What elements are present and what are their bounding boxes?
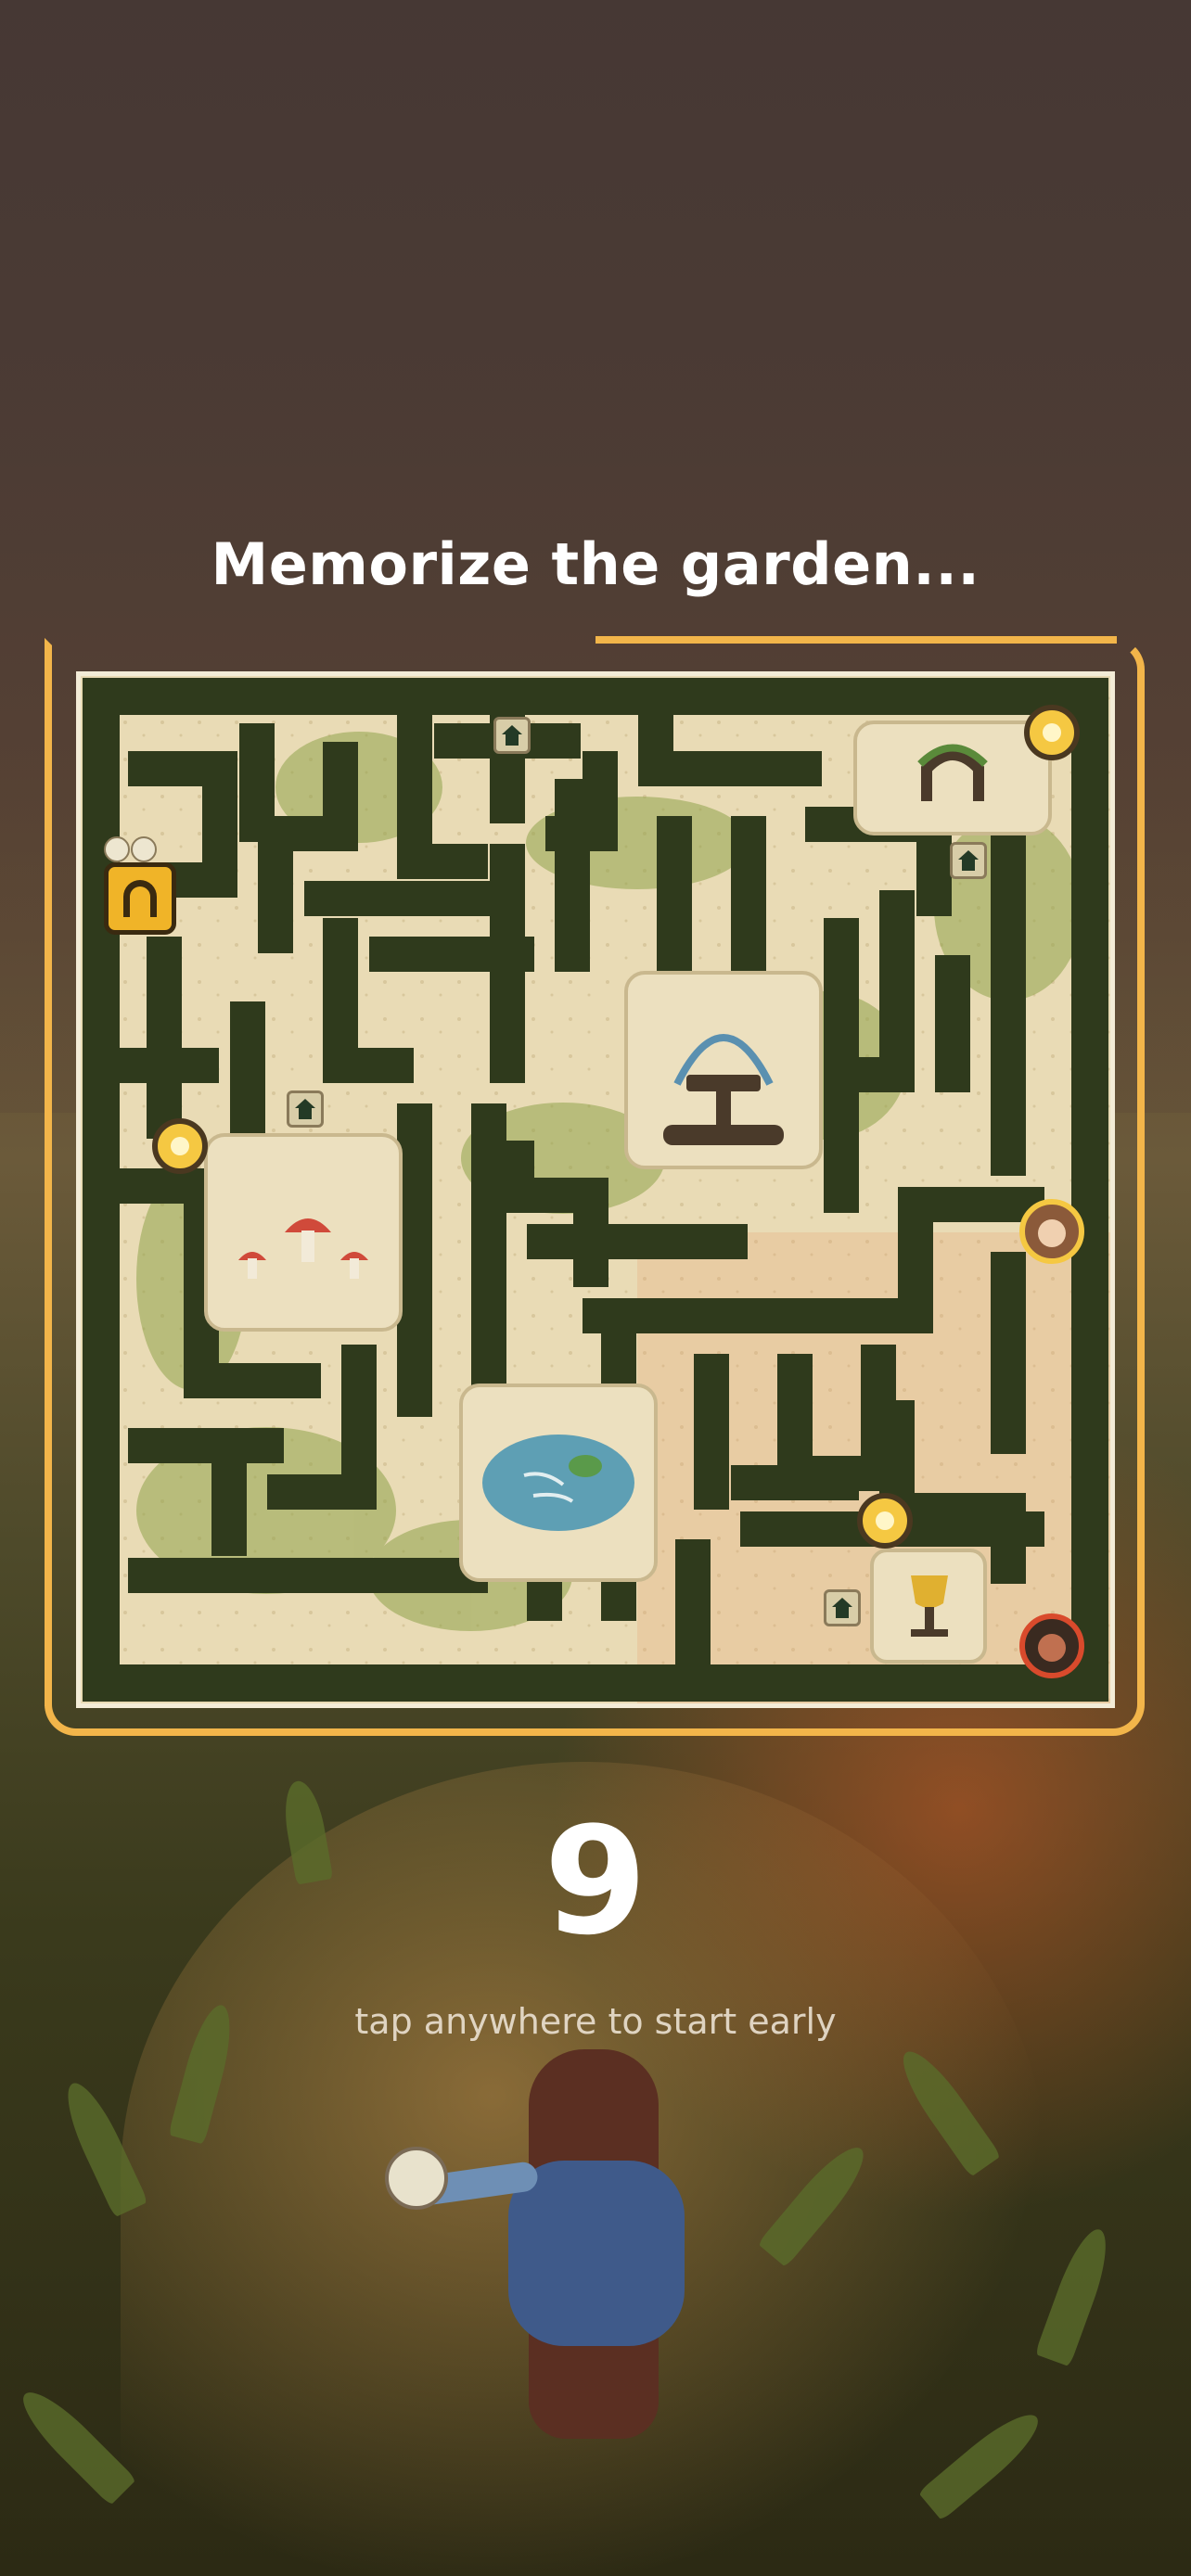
board-frame-left: [45, 677, 52, 1706]
countdown-timer: 9: [544, 1794, 647, 1968]
coin-icon: [1024, 705, 1080, 760]
page-title: Memorize the garden...: [211, 530, 980, 598]
landmark-fountain: [624, 971, 823, 1169]
coin-icon: [152, 1118, 208, 1174]
landmark-mushrooms: [204, 1133, 403, 1332]
landmark-pond: [459, 1384, 658, 1582]
maze-map: [81, 676, 1110, 1703]
gate-icon: [104, 862, 176, 935]
start-dots: [104, 836, 182, 892]
landmark-arch: [853, 721, 1052, 835]
house-icon: [824, 1589, 861, 1626]
rival-avatar-icon: [1019, 1613, 1084, 1678]
house-icon: [493, 717, 531, 754]
coin-icon: [857, 1493, 913, 1549]
board-frame-top: [596, 636, 1117, 644]
start-early-hint: tap anywhere to start early: [354, 2001, 837, 2042]
house-icon: [950, 842, 987, 879]
player-avatar-icon: [1019, 1199, 1084, 1264]
house-icon: [287, 1090, 324, 1128]
landmark-trophy: [870, 1549, 987, 1664]
maze-board: [76, 671, 1115, 1708]
